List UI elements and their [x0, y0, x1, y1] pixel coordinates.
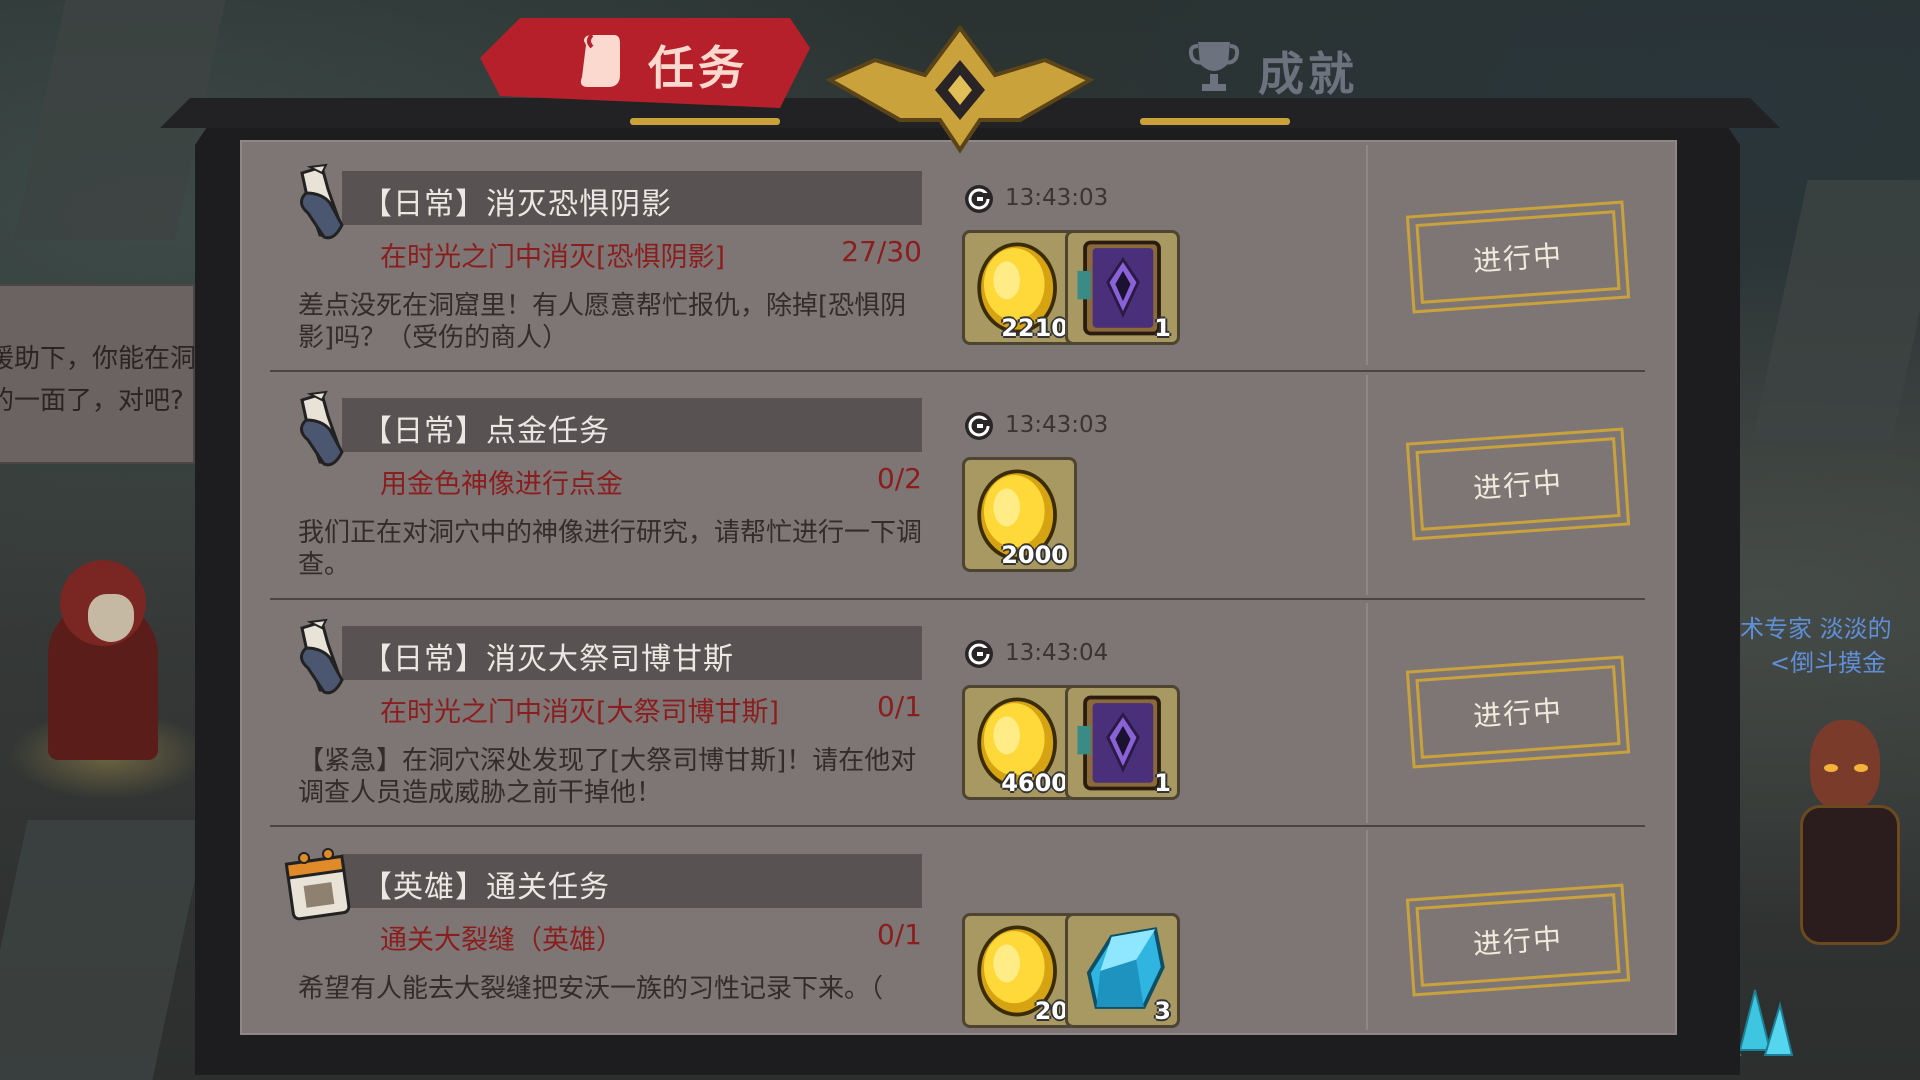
tab-task-label[interactable]: 任务: [648, 32, 748, 98]
quest-title: 【英雄】通关任务: [362, 870, 610, 905]
quest-row[interactable]: 【日常】消灭大祭司博甘斯 在时光之门中消灭[大祭司博甘斯] 0/1 【紧急】在洞…: [270, 600, 1645, 826]
quest-row[interactable]: 【日常】点金任务 用金色神像进行点金 0/2 我们正在对洞穴中的神像进行研究，请…: [270, 372, 1645, 598]
header-gold-line: [1140, 118, 1290, 125]
trophy-icon[interactable]: [1188, 38, 1240, 94]
reward-quantity: 3: [1154, 997, 1171, 1025]
purple-book-icon[interactable]: 1: [1065, 230, 1180, 345]
quest-title: 【日常】消灭大祭司博甘斯: [362, 642, 734, 677]
quest-title: 【日常】消灭恐惧阴影: [362, 187, 672, 222]
quest-status-button[interactable]: 进行中: [1406, 654, 1630, 770]
stone-slab: [0, 820, 208, 1080]
gold-coin-icon[interactable]: 2210: [962, 230, 1077, 345]
refresh-timer-icon: [963, 638, 995, 670]
scroll-icon: [282, 163, 362, 243]
quest-progress: 0/2: [876, 462, 922, 495]
npc-dialog-box: 援助下，你能在洞 的一面了，对吧?: [0, 284, 197, 464]
gold-coin-icon[interactable]: 2000: [962, 457, 1077, 572]
hooded-npc[interactable]: [8, 560, 208, 800]
scroll-icon: [578, 33, 620, 87]
scroll-icon: [282, 618, 362, 698]
calendar-icon: [282, 846, 362, 926]
reward-quantity: 2000: [1001, 541, 1068, 569]
chat-line: 术专家 淡淡的: [1740, 615, 1892, 643]
reward-quantity: 1: [1154, 769, 1171, 797]
gold-coin-icon[interactable]: 4600: [962, 685, 1077, 800]
reward-quantity: 1: [1154, 314, 1171, 342]
quest-objective: 通关大裂缝（英雄）: [380, 925, 623, 956]
quest-timer: 13:43:04: [1005, 640, 1109, 666]
quest-row[interactable]: 【英雄】通关任务 通关大裂缝（英雄） 0/1 希望有人能去大裂缝把安沃一族的习性…: [270, 828, 1645, 1028]
quest-description: 希望有人能去大裂缝把安沃一族的习性记录下来。（: [298, 974, 884, 1004]
refresh-timer-icon: [963, 410, 995, 442]
blue-crystal-icon[interactable]: 3: [1065, 913, 1180, 1028]
quest-progress: 0/1: [876, 918, 922, 951]
tab-task[interactable]: [480, 18, 810, 108]
gold-coin-icon[interactable]: 20: [962, 913, 1077, 1028]
tab-achievement[interactable]: 成就: [1258, 38, 1358, 104]
quest-progress: 0/1: [876, 690, 922, 723]
stone-slab: [1752, 180, 1920, 440]
quest-status-button[interactable]: 进行中: [1406, 882, 1630, 998]
quest-description: 差点没死在洞窟里！有人愿意帮忙报仇，除掉[恐惧阴影]吗？（受伤的商人）: [298, 291, 907, 353]
quest-timer: 13:43:03: [1005, 185, 1109, 211]
quest-status-button[interactable]: 进行中: [1406, 199, 1630, 315]
quest-row[interactable]: 【日常】消灭恐惧阴影 在时光之门中消灭[恐惧阴影] 27/30 差点没死在洞窟里…: [270, 145, 1645, 371]
quest-description: 我们正在对洞穴中的神像进行研究，请帮忙进行一下调查。: [298, 518, 923, 580]
reward-quantity: 20: [1034, 997, 1068, 1025]
quest-timer: 13:43:03: [1005, 412, 1109, 438]
elf-character: [1790, 700, 1910, 945]
reward-quantity: 4600: [1001, 769, 1068, 797]
reward-quantity: 2210: [1001, 314, 1068, 342]
chat-line: <倒斗摸金: [1770, 649, 1887, 677]
scroll-icon: [282, 390, 362, 470]
refresh-timer-icon: [963, 183, 995, 215]
quest-progress: 27/30: [841, 235, 922, 268]
dialog-line: 援助下，你能在洞: [0, 344, 197, 374]
quest-description: 【紧急】在洞穴深处发现了[大祭司博甘斯]！请在他对调查人员造成威胁之前干掉他！: [298, 746, 917, 808]
quest-title: 【日常】点金任务: [362, 414, 610, 449]
world-chat: 术专家 淡淡的 <倒斗摸金: [1740, 612, 1920, 680]
quest-objective: 在时光之门中消灭[恐惧阴影]: [380, 242, 726, 273]
quest-status-button[interactable]: 进行中: [1406, 426, 1630, 542]
quest-objective: 用金色神像进行点金: [380, 469, 623, 500]
header-gold-line: [630, 118, 780, 125]
quest-objective: 在时光之门中消灭[大祭司博甘斯]: [380, 697, 780, 728]
dialog-line: 的一面了，对吧?: [0, 386, 184, 416]
purple-book-icon[interactable]: 1: [1065, 685, 1180, 800]
crest-emblem-icon: [790, 20, 1130, 160]
